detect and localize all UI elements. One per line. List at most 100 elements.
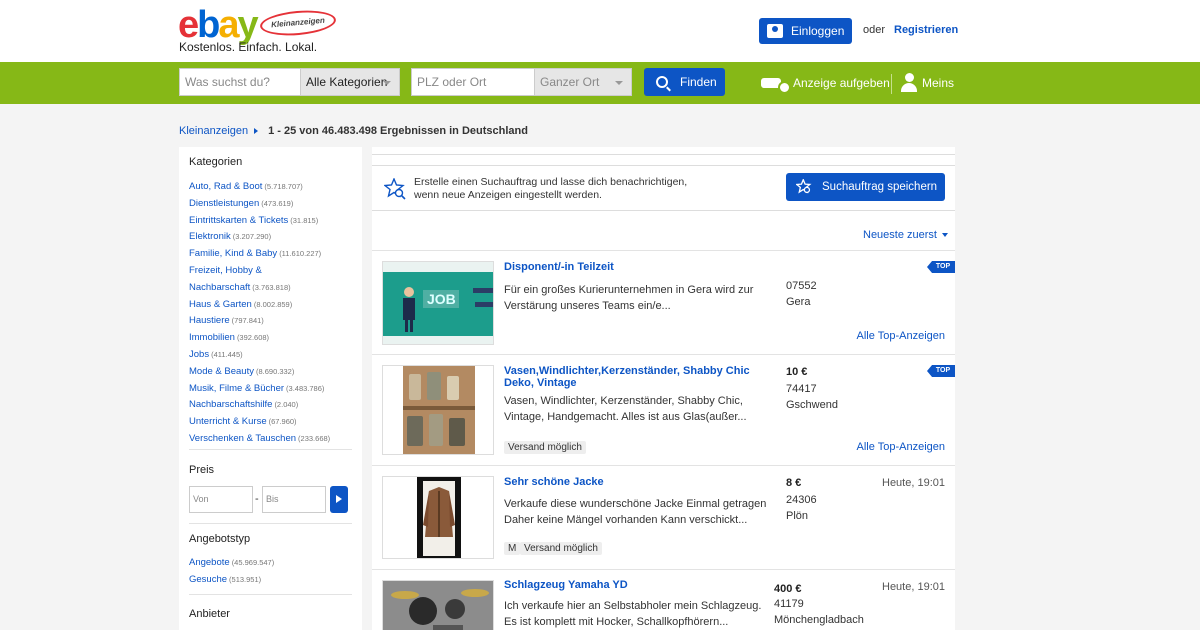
category-item[interactable]: Jobs (411.445) — [189, 347, 330, 364]
category-item[interactable]: Familie, Kind & Baby (11.610.227) — [189, 246, 330, 263]
breadcrumb: Kleinanzeigen 1 - 25 von 46.483.498 Erge… — [179, 125, 528, 137]
ad-title[interactable]: Disponent/-in Teilzeit — [504, 261, 774, 273]
category-item[interactable]: Nachbarschaft (3.763.818) — [189, 280, 330, 297]
ad-city: Plön — [786, 510, 809, 522]
ad-price: 8 € — [786, 477, 802, 489]
location-input[interactable]: PLZ oder Ort — [411, 68, 535, 96]
ad-list-item[interactable]: Sehr schöne Jacke Verkaufe diese wunders… — [372, 466, 955, 569]
top-badge: TOP — [927, 261, 955, 273]
results-panel: Erstelle einen Suchauftrag und lasse dic… — [372, 147, 955, 630]
ad-price: 10 € — [786, 366, 808, 378]
category-item[interactable]: Freizeit, Hobby & — [189, 263, 330, 280]
ad-thumbnail[interactable] — [382, 580, 494, 630]
ad-location: 74417 Gschwend — [786, 381, 838, 413]
search-bar: Was suchst du? Alle Kategorien PLZ oder … — [0, 62, 1200, 104]
ad-title[interactable]: Sehr schöne Jacke — [504, 476, 774, 488]
kleinanzeigen-seal: Kleinanzeigen — [259, 7, 337, 39]
category-select-value: Alle Kategorien — [306, 75, 388, 89]
category-item[interactable]: Eintrittskarten & Tickets (31.815) — [189, 213, 330, 230]
ad-description: Für ein großes Kurierunternehmen in Gera… — [504, 284, 754, 312]
results-count: 1 - 25 von 46.483.498 Ergebnissen in Deu… — [268, 125, 528, 137]
ad-title[interactable]: Vasen,Windlichter,Kerzenständer, Shabby … — [504, 365, 774, 389]
price-apply-button[interactable] — [330, 486, 348, 513]
find-button[interactable]: Finden — [644, 68, 725, 96]
post-ad-icon — [761, 75, 791, 94]
search-alert-box: Erstelle einen Suchauftrag und lasse dic… — [372, 165, 955, 211]
tagline: Kostenlos. Einfach. Lokal. — [179, 40, 318, 54]
breadcrumb-home-link[interactable]: Kleinanzeigen — [179, 125, 248, 137]
save-search-button[interactable]: Suchauftrag speichern — [786, 173, 945, 201]
ad-date: Heute, 19:01 — [882, 581, 945, 593]
post-ad-label: Anzeige aufgeben — [793, 75, 890, 90]
all-top-ads-link[interactable]: Alle Top-Anzeigen — [857, 330, 945, 342]
ad-price: 400 € — [774, 583, 802, 595]
ad-location: 24306 Plön — [786, 492, 817, 524]
offer-type-list: Angebote (45.969.547) Gesuche (513.951) — [189, 555, 274, 589]
star-search-icon — [796, 179, 812, 194]
ad-description: Verkaufe diese wunderschöne Jacke Einmal… — [504, 498, 767, 526]
shipping-tag: Versand möglich — [520, 542, 602, 555]
login-button[interactable]: Einloggen — [759, 18, 852, 44]
post-ad-button[interactable]: Anzeige aufgeben — [761, 75, 890, 94]
search-alert-text: Erstelle einen Suchauftrag und lasse dic… — [414, 176, 688, 201]
category-item[interactable]: Auto, Rad & Boot (5.718.707) — [189, 179, 330, 196]
shipping-tag: Versand möglich — [504, 441, 586, 454]
category-item[interactable]: Musik, Filme & Bücher (3.483.786) — [189, 381, 330, 398]
categories-heading: Kategorien — [189, 156, 243, 168]
size-tag: M — [504, 542, 521, 555]
job-ad-image: JOB — [383, 272, 493, 336]
ad-list-item[interactable]: Schlagzeug Yamaha YD Ich verkaufe hier a… — [372, 570, 955, 630]
save-search-label: Suchauftrag speichern — [822, 181, 938, 193]
ad-city: Gschwend — [786, 399, 838, 411]
top-badge: TOP — [927, 365, 955, 377]
category-item[interactable]: Verschenken & Tauschen (233.668) — [189, 431, 330, 448]
offer-type-heading: Angebotstyp — [189, 533, 251, 545]
offer-type-item[interactable]: Angebote (45.969.547) — [189, 555, 274, 572]
chevron-right-icon — [254, 128, 259, 134]
ad-list-item[interactable]: Vasen,Windlichter,Kerzenständer, Shabby … — [372, 355, 955, 465]
radius-select[interactable]: Ganzer Ort — [534, 68, 632, 96]
category-select[interactable]: Alle Kategorien — [300, 68, 400, 96]
svg-text:JOB: JOB — [427, 291, 456, 307]
chevron-down-icon — [383, 81, 391, 85]
divider — [891, 74, 892, 94]
sort-select[interactable]: Neueste zuerst — [863, 229, 948, 241]
category-item[interactable]: Dienstleistungen (473.619) — [189, 196, 330, 213]
chevron-down-icon — [615, 81, 623, 85]
all-top-ads-link[interactable]: Alle Top-Anzeigen — [857, 441, 945, 453]
ad-thumbnail[interactable] — [382, 476, 494, 559]
category-item[interactable]: Nachbarschaftshilfe (2.040) — [189, 397, 330, 414]
category-item[interactable]: Mode & Beauty (8.690.332) — [189, 364, 330, 381]
category-item[interactable]: Haus & Garten (8.002.859) — [189, 297, 330, 314]
person-icon — [900, 73, 918, 93]
jacket-image — [383, 477, 493, 558]
ad-city: Mönchengladbach — [774, 614, 864, 626]
ad-zip: 74417 — [786, 383, 817, 395]
chevron-down-icon — [941, 233, 948, 237]
ad-title[interactable]: Schlagzeug Yamaha YD — [504, 579, 774, 591]
offer-type-item[interactable]: Gesuche (513.951) — [189, 572, 274, 589]
search-input[interactable]: Was suchst du? — [179, 68, 301, 96]
search-icon — [656, 76, 668, 88]
ad-location: 07552 Gera — [786, 278, 817, 310]
drums-image — [383, 581, 493, 630]
ad-thumbnail[interactable]: JOB — [382, 261, 494, 345]
category-item[interactable]: Immobilien (392.608) — [189, 330, 330, 347]
ad-thumbnail[interactable] — [382, 365, 494, 455]
register-link[interactable]: Registrieren — [894, 24, 958, 36]
ad-zip: 24306 — [786, 494, 817, 506]
price-to-input[interactable]: Bis — [262, 486, 326, 513]
category-list: Auto, Rad & Boot (5.718.707) Dienstleistu… — [189, 179, 330, 448]
star-search-icon — [384, 178, 406, 200]
category-item[interactable]: Elektronik (3.207.290) — [189, 229, 330, 246]
category-item[interactable]: Haustiere (797.841) — [189, 313, 330, 330]
radius-select-value: Ganzer Ort — [540, 75, 600, 89]
account-menu[interactable]: Meins — [900, 73, 954, 93]
price-heading: Preis — [189, 464, 215, 476]
price-from-input[interactable]: Von — [189, 486, 253, 513]
or-text: oder — [863, 24, 886, 36]
category-item[interactable]: Unterricht & Kurse (67.960) — [189, 414, 330, 431]
ad-date: Heute, 19:01 — [882, 477, 945, 489]
sort-label: Neueste zuerst — [863, 229, 937, 241]
ad-list-item[interactable]: JOB Disponent/-in Teilzeit Für ein große… — [372, 251, 955, 354]
